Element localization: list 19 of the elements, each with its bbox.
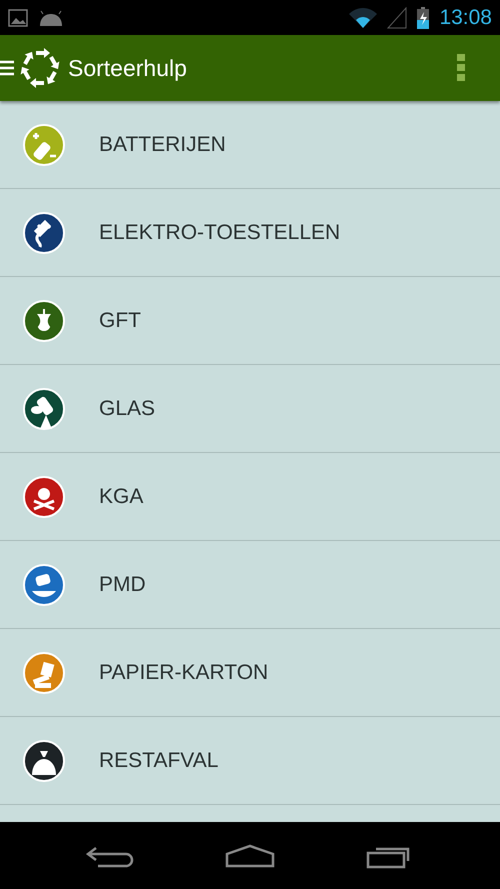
image-icon — [8, 8, 28, 26]
clock-time: 13:08 — [439, 6, 492, 30]
category-label[interactable]: PMD — [99, 572, 146, 596]
wifi-icon — [349, 8, 378, 28]
signal-icon — [387, 6, 408, 28]
category-label[interactable]: KGA — [99, 484, 144, 508]
menu-icon[interactable] — [0, 60, 14, 76]
overflow-menu-icon[interactable] — [457, 54, 465, 82]
home-icon[interactable] — [224, 844, 275, 868]
category-label[interactable]: PAPIER-KARTON — [99, 660, 268, 684]
android-icon — [38, 10, 64, 26]
category-label[interactable]: GLAS — [99, 396, 156, 420]
recycle-logo-icon — [20, 48, 60, 88]
category-label[interactable]: RESTAFVAL — [99, 748, 218, 772]
category-label[interactable]: GFT — [99, 308, 141, 332]
app-title: Sorteerhulp — [68, 54, 187, 82]
category-label[interactable]: ELEKTRO-TOESTELLEN — [99, 220, 340, 244]
category-label[interactable]: BATTERIJEN — [99, 132, 226, 156]
battery-charging-icon — [417, 6, 430, 28]
